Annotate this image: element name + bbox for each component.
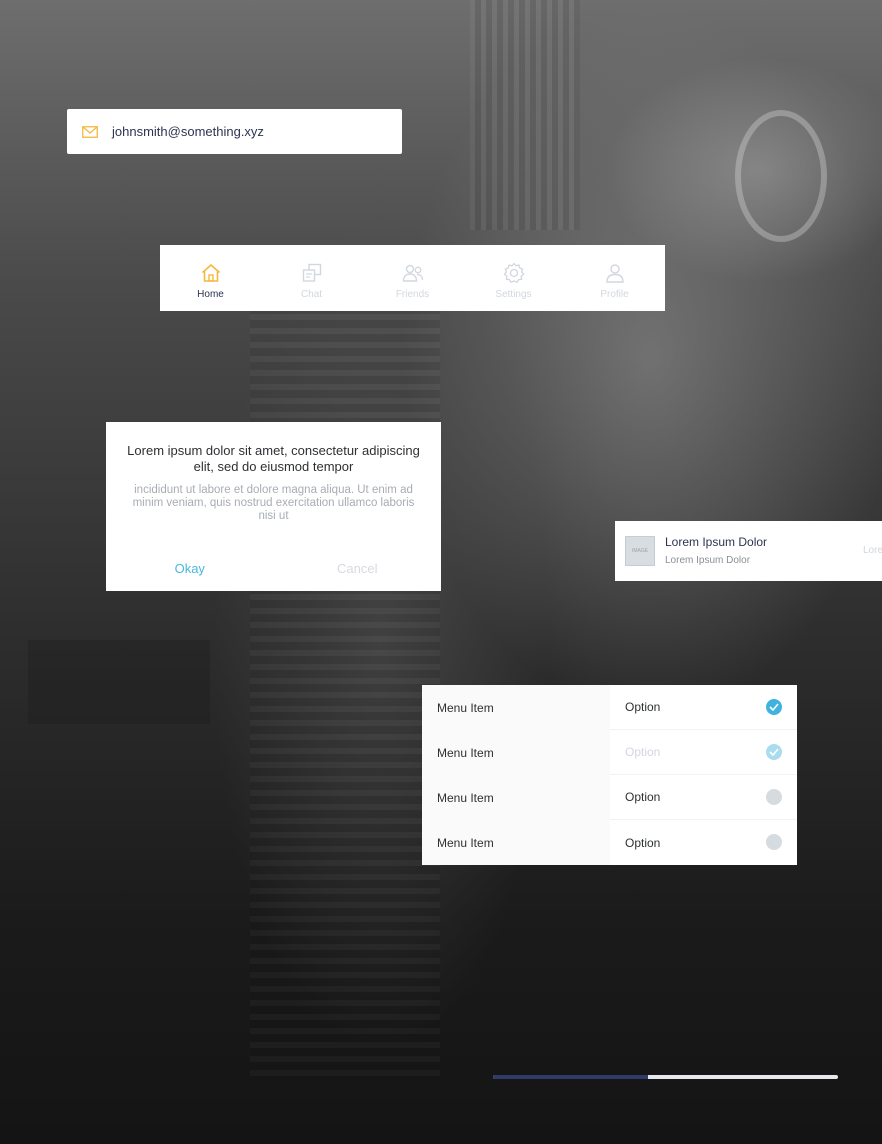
alert-dialog: Lorem ipsum dolor sit amet, consectetur …	[106, 422, 441, 591]
tab-chat[interactable]: Chat	[261, 245, 362, 311]
menu-option-label: Option	[625, 790, 661, 804]
check-circle-icon[interactable]	[766, 699, 782, 715]
menu-option[interactable]: Option	[610, 685, 797, 730]
menu-item-label: Menu Item	[422, 685, 610, 730]
menu-item-label: Menu Item	[422, 775, 610, 820]
image-placeholder-label: IMAGE	[631, 548, 649, 554]
menu-option-label: Option	[625, 745, 661, 759]
check-circle-icon[interactable]	[766, 744, 782, 760]
dialog-actions: Okay Cancel	[106, 561, 441, 576]
dialog-body: incididunt ut labore et dolore magna ali…	[132, 484, 415, 522]
email-field[interactable]: johnsmith@something.xyz	[67, 109, 402, 154]
menu-row[interactable]: Menu Item Option	[422, 730, 797, 775]
mail-icon	[82, 124, 98, 140]
image-placeholder: IMAGE	[625, 536, 655, 566]
chat-icon	[300, 261, 324, 285]
tab-home-label: Home	[197, 289, 224, 300]
background-docking-ring	[735, 110, 827, 242]
list-item-title: Lorem Ipsum Dolor	[665, 535, 768, 549]
tab-chat-label: Chat	[300, 289, 323, 300]
menu-item-label: Menu Item	[422, 820, 610, 865]
option-menu: Menu Item Option Menu Item Option Menu I…	[422, 685, 797, 865]
menu-option[interactable]: Option	[610, 775, 797, 820]
tab-home[interactable]: Home	[160, 245, 261, 311]
menu-item-label: Menu Item	[422, 730, 610, 775]
progress-fill	[493, 1075, 649, 1079]
menu-option[interactable]: Option	[610, 730, 797, 775]
dialog-title: Lorem ipsum dolor sit amet, consectetur …	[127, 443, 420, 474]
tab-profile[interactable]: Profile	[564, 245, 665, 311]
list-item-card[interactable]: IMAGE Lorem Ipsum Dolor Lorem Ipsum Dolo…	[615, 521, 882, 581]
tab-friends[interactable]: Friends	[362, 245, 463, 311]
empty-circle-icon[interactable]	[766, 789, 782, 805]
home-icon	[199, 261, 223, 285]
menu-row[interactable]: Menu Item Option	[422, 820, 797, 865]
empty-circle-icon[interactable]	[766, 834, 782, 850]
friends-icon	[401, 261, 425, 285]
background-shadow	[28, 640, 210, 724]
list-item-subtitle: Lorem Ipsum Dolor	[665, 555, 751, 566]
background-station-structure	[250, 300, 440, 1080]
cancel-button[interactable]: Cancel	[274, 561, 442, 576]
tab-friends-label: Friends	[395, 289, 430, 300]
menu-row[interactable]: Menu Item Option	[422, 775, 797, 820]
progress-bar	[493, 1075, 838, 1079]
menu-option[interactable]: Option	[610, 820, 797, 865]
background-station-module	[470, 0, 580, 230]
user-icon	[603, 261, 627, 285]
tab-settings[interactable]: Settings	[463, 245, 564, 311]
email-value: johnsmith@something.xyz	[112, 124, 264, 139]
menu-option-label: Option	[625, 700, 661, 714]
menu-row[interactable]: Menu Item Option	[422, 685, 797, 730]
tab-bar: Home Chat Friends Settings Profile	[160, 245, 665, 311]
menu-option-label: Option	[625, 835, 661, 850]
list-item-trailing-text: Lore	[863, 545, 882, 556]
tab-profile-label: Profile	[600, 289, 629, 300]
tab-settings-label: Settings	[495, 289, 532, 300]
gear-icon	[502, 261, 526, 285]
okay-button[interactable]: Okay	[106, 561, 274, 576]
